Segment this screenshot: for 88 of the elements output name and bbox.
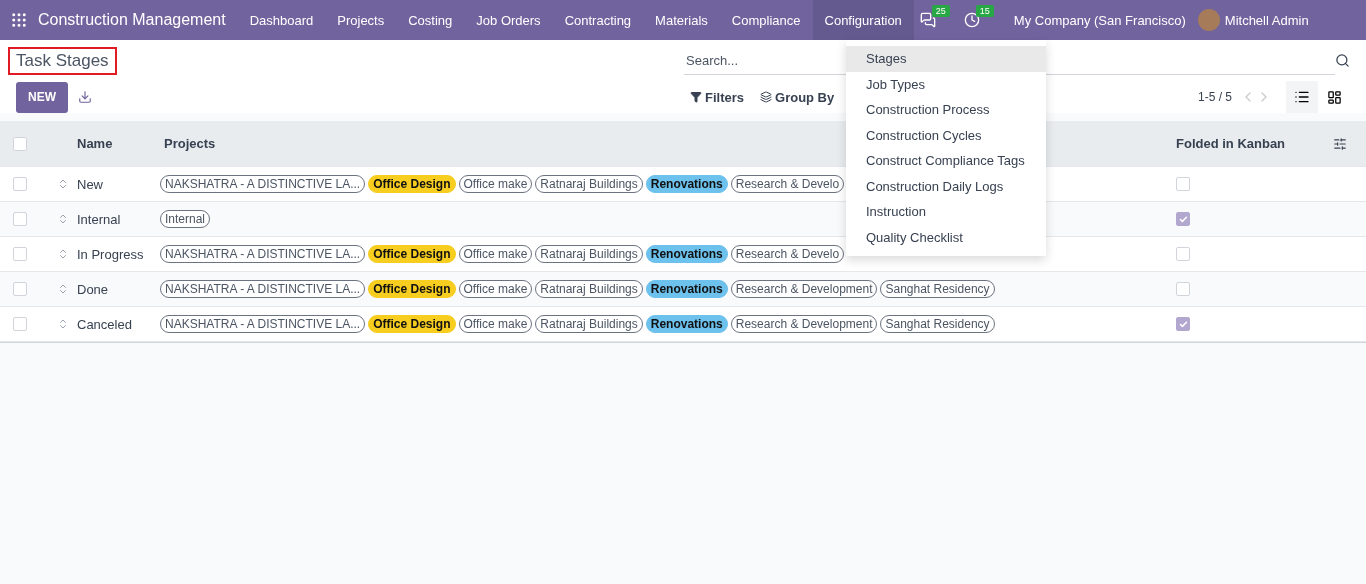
count-badge: 25	[931, 5, 950, 17]
project-tag: Ratnaraj Buildings	[535, 175, 643, 193]
project-tag: Research & Develo	[730, 175, 845, 193]
download-icon[interactable]	[78, 90, 92, 104]
row-checkbox[interactable]	[13, 177, 27, 191]
folded-checkbox[interactable]	[1176, 317, 1190, 331]
project-tag: Renovations	[645, 175, 728, 193]
project-tag: Office Design	[368, 245, 456, 263]
dropdown-item[interactable]: Construction Daily Logs	[846, 173, 1046, 199]
dropdown-item[interactable]: Construction Process	[846, 97, 1046, 123]
project-tag: Renovations	[645, 280, 728, 298]
table-cell-text: Internal	[76, 211, 122, 227]
project-tag: Ratnaraj Buildings	[535, 245, 643, 263]
page-title: Task Stages	[8, 46, 117, 75]
user-avatar[interactable]	[1197, 9, 1220, 31]
project-tag: Sanghat Residency	[880, 280, 995, 298]
pager[interactable]: 1-5 / 5	[1197, 90, 1232, 104]
clock-icon[interactable]	[963, 12, 980, 28]
row-checkbox[interactable]	[13, 317, 27, 331]
project-tag: Ratnaraj Buildings	[535, 315, 643, 333]
folded-checkbox[interactable]	[1176, 177, 1190, 191]
column-header[interactable]: Name	[77, 136, 113, 151]
dropdown-item[interactable]: Stages	[846, 46, 1046, 72]
menu-item[interactable]: Configuration	[812, 0, 914, 40]
column-header[interactable]: Folded in Kanban	[1176, 136, 1286, 151]
filters-button[interactable]: Filters	[682, 89, 752, 105]
menu-item[interactable]: Job Orders	[464, 0, 553, 40]
project-tag: NAKSHATRA - A DISTINCTIVE LA...	[160, 280, 366, 298]
dropdown-item[interactable]: Instruction	[846, 199, 1046, 225]
group-by-button[interactable]: Group By	[752, 89, 843, 105]
project-tag: NAKSHATRA - A DISTINCTIVE LA...	[160, 245, 366, 263]
project-tag: Renovations	[645, 245, 728, 263]
list-view-button[interactable]	[1286, 81, 1318, 113]
user-name[interactable]: Mitchell Admin	[1224, 12, 1309, 28]
dropdown-item[interactable]: Construction Cycles	[846, 122, 1046, 148]
folded-checkbox[interactable]	[1176, 282, 1190, 296]
project-tag: Renovations	[645, 315, 728, 333]
dropdown-item[interactable]: Quality Checklist	[846, 224, 1046, 250]
select-all-checkbox[interactable]	[13, 136, 27, 151]
drag-handle-icon[interactable]	[57, 248, 69, 260]
filter-icon	[690, 91, 702, 103]
table-cell-text: New	[76, 176, 104, 192]
project-tag: Sanghat Residency	[880, 315, 995, 333]
menu-item[interactable]: Dashboard	[237, 0, 326, 40]
settings-icon[interactable]	[1333, 136, 1347, 151]
table-cell-text: Done	[76, 281, 110, 297]
project-tag: Research & Development	[730, 315, 878, 333]
table-cell-text: Canceled	[76, 316, 133, 332]
project-tag: Internal	[160, 210, 211, 228]
menu-item[interactable]: Materials	[643, 0, 720, 40]
dropdown-item[interactable]: Construct Compliance Tags	[846, 148, 1046, 174]
drag-handle-icon[interactable]	[57, 178, 69, 190]
menu-item[interactable]: Contracting	[552, 0, 644, 40]
app-title[interactable]: Construction Management	[38, 11, 226, 29]
project-tag: Research & Develo	[730, 245, 845, 263]
drag-handle-icon[interactable]	[57, 213, 69, 225]
project-tag: Office make	[458, 175, 533, 193]
apps-menu-icon[interactable]	[10, 11, 28, 29]
project-tag: Office make	[458, 315, 533, 333]
kanban-icon	[1326, 89, 1342, 105]
company-switcher[interactable]: My Company (San Francisco)	[1001, 0, 1198, 40]
menu-item[interactable]: Compliance	[719, 0, 813, 40]
table-cell-text: In Progress	[76, 246, 145, 262]
folded-checkbox[interactable]	[1176, 247, 1190, 261]
project-tag: NAKSHATRA - A DISTINCTIVE LA...	[160, 315, 366, 333]
row-checkbox[interactable]	[13, 247, 27, 261]
search-icon[interactable]	[1335, 53, 1350, 68]
project-tag: Office Design	[368, 280, 456, 298]
project-tag: Office Design	[368, 315, 456, 333]
row-checkbox[interactable]	[13, 282, 27, 296]
project-tag: Office make	[458, 245, 533, 263]
column-header[interactable]: Projects	[164, 136, 216, 151]
project-tag: NAKSHATRA - A DISTINCTIVE LA...	[160, 175, 366, 193]
project-tag: Office make	[458, 280, 533, 298]
project-tag: Office Design	[368, 175, 456, 193]
count-badge: 15	[975, 5, 994, 17]
list-icon	[1294, 89, 1310, 105]
project-tag: Research & Development	[730, 280, 878, 298]
folded-checkbox[interactable]	[1176, 212, 1190, 226]
menu-item[interactable]: Projects	[325, 0, 397, 40]
layers-icon	[760, 91, 772, 103]
drag-handle-icon[interactable]	[57, 283, 69, 295]
new-button[interactable]: NEW	[16, 81, 68, 113]
drag-handle-icon[interactable]	[57, 318, 69, 330]
menu-item[interactable]: Costing	[396, 0, 465, 40]
project-tag: Ratnaraj Buildings	[535, 280, 643, 298]
chat-icon[interactable]	[919, 12, 936, 28]
row-checkbox[interactable]	[13, 212, 27, 226]
